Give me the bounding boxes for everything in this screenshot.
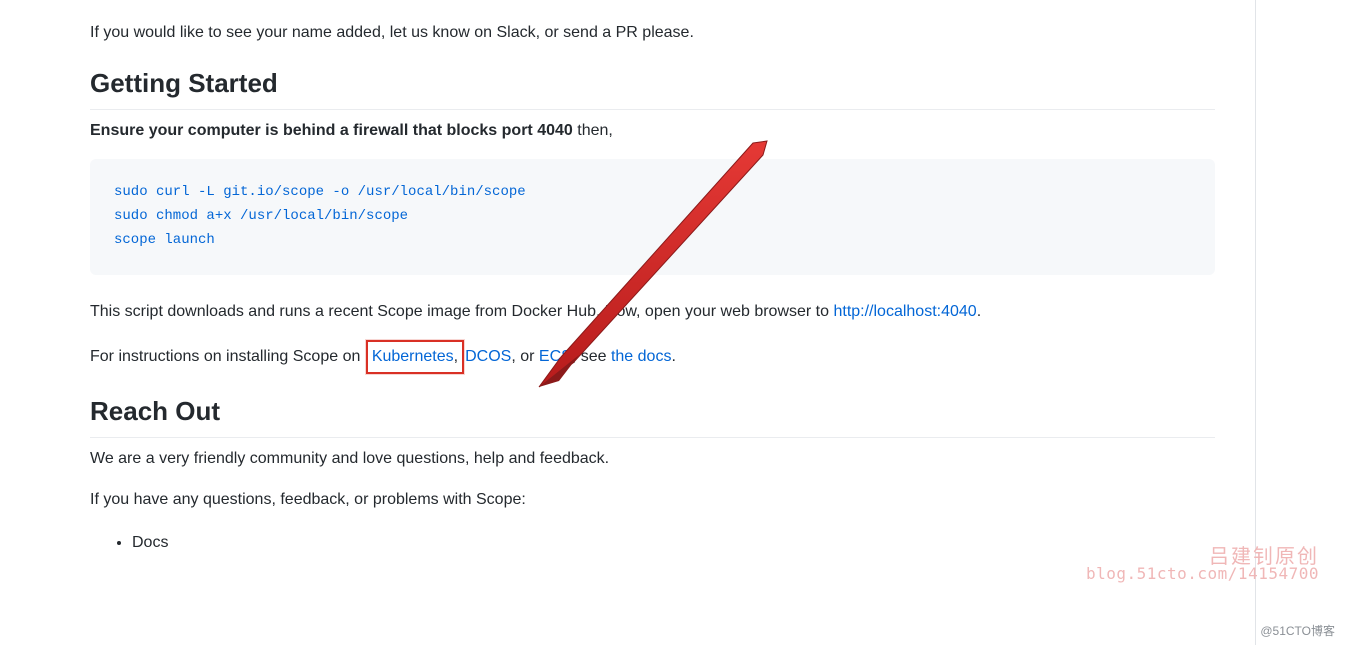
instr-period: . xyxy=(671,348,675,365)
after-code-post: . xyxy=(977,303,981,320)
firewall-paragraph: Ensure your computer is behind a firewal… xyxy=(90,118,1215,144)
code-line-2: sudo chmod a+x /usr/local/bin/scope xyxy=(114,208,408,224)
getting-started-heading: Getting Started xyxy=(90,68,1215,110)
watermark-corner: @51CTO博客 xyxy=(1260,622,1335,639)
code-line-1: sudo curl -L git.io/scope -o /usr/local/… xyxy=(114,184,526,200)
see-pre: , see xyxy=(572,348,611,365)
readme-card: If you would like to see your name added… xyxy=(50,0,1256,645)
comma-1: , xyxy=(454,348,458,365)
intro-paragraph: If you would like to see your name added… xyxy=(90,20,1215,46)
comma-2: , or xyxy=(511,348,539,365)
list-item: Docs xyxy=(132,529,1215,556)
localhost-link[interactable]: http://localhost:4040 xyxy=(833,303,976,320)
code-line-3: scope launch xyxy=(114,232,215,248)
kubernetes-link[interactable]: Kubernetes xyxy=(372,348,454,365)
reach-out-heading: Reach Out xyxy=(90,396,1215,438)
after-code-pre: This script downloads and runs a recent … xyxy=(90,303,833,320)
firewall-then-text: then, xyxy=(573,122,613,139)
install-code-block[interactable]: sudo curl -L git.io/scope -o /usr/local/… xyxy=(90,159,1215,274)
reach-out-line1: We are a very friendly community and lov… xyxy=(90,446,1215,472)
reach-out-bullets: Docs xyxy=(90,529,1215,556)
dcos-link[interactable]: DCOS xyxy=(465,348,511,365)
install-instructions-paragraph: For instructions on installing Scope on … xyxy=(90,340,1215,374)
instr-pre: For instructions on installing Scope on xyxy=(90,348,365,365)
reach-out-line2: If you have any questions, feedback, or … xyxy=(90,487,1215,513)
after-code-paragraph: This script downloads and runs a recent … xyxy=(90,299,1215,325)
page-shell: If you would like to see your name added… xyxy=(0,0,1345,645)
docs-link[interactable]: the docs xyxy=(611,348,671,365)
firewall-bold-text: Ensure your computer is behind a firewal… xyxy=(90,122,573,139)
kubernetes-highlight-box: Kubernetes, xyxy=(366,340,464,374)
ecs-link[interactable]: ECS xyxy=(539,348,572,365)
